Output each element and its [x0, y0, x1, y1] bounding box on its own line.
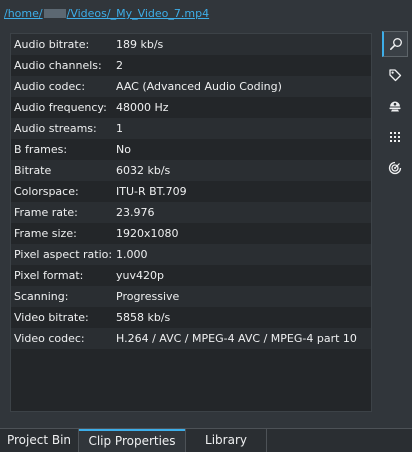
- property-row-bitrate: Bitrate 6032 kb/s: [11, 160, 371, 181]
- tab-project-bin[interactable]: Project Bin: [0, 429, 79, 452]
- property-label: B frames:: [14, 143, 68, 156]
- property-label: Video codec:: [14, 332, 85, 345]
- property-value: 1: [116, 122, 123, 135]
- grid-dots-icon: [390, 132, 400, 142]
- property-label: Frame rate:: [14, 206, 78, 219]
- tag-icon: [389, 69, 402, 82]
- property-row-pixel-aspect-ratio: Pixel aspect ratio: 1.000: [11, 244, 371, 265]
- redacted-username: [43, 9, 66, 18]
- property-row-audio-channels: Audio channels: 2: [11, 55, 371, 76]
- property-label: Audio bitrate:: [14, 38, 90, 51]
- property-label: Audio codec:: [14, 80, 86, 93]
- property-label: Video bitrate:: [14, 311, 89, 324]
- property-value: 189 kb/s: [116, 38, 164, 51]
- tab-library[interactable]: Library: [185, 429, 267, 452]
- property-row-video-bitrate: Video bitrate: 5858 kb/s: [11, 307, 371, 328]
- file-path-link[interactable]: /home/ /Videos/_My_Video_7.mp4: [4, 6, 209, 22]
- dock-tabbar: Project Bin Clip Properties Library: [0, 428, 412, 452]
- clip-properties-window: /home/ /Videos/_My_Video_7.mp4 Audio bitr…: [0, 0, 412, 452]
- property-row-frame-rate: Frame rate: 23.976: [11, 202, 371, 223]
- property-label: Scanning:: [14, 290, 69, 303]
- property-value: 6032 kb/s: [116, 164, 171, 177]
- property-value: yuv420p: [116, 269, 164, 282]
- side-toolbar: [380, 30, 412, 190]
- property-row-frame-size: Frame size: 1920x1080: [11, 223, 371, 244]
- property-value: 23.976: [116, 206, 155, 219]
- property-row-video-codec: Video codec: H.264 / AVC / MPEG-4 AVC / …: [11, 328, 371, 349]
- property-row-colorspace: Colorspace: ITU-R BT.709: [11, 181, 371, 202]
- property-value: Progressive: [116, 290, 180, 303]
- property-value: No: [116, 143, 131, 156]
- property-value: ITU-R BT.709: [116, 185, 187, 198]
- property-row-audio-streams: Audio streams: 1: [11, 118, 371, 139]
- property-row-audio-bitrate: Audio bitrate: 189 kb/s: [11, 34, 371, 55]
- property-value: H.264 / AVC / MPEG-4 AVC / MPEG-4 part 1…: [116, 332, 357, 345]
- audio-analysis-button[interactable]: [382, 155, 408, 181]
- property-label: Frame size:: [14, 227, 77, 240]
- properties-list: Audio bitrate: 189 kb/s Audio channels: …: [10, 33, 372, 412]
- file-path-prefix: /home/: [4, 7, 43, 20]
- webcam-button[interactable]: [382, 93, 408, 119]
- file-path-suffix: /Videos/_My_Video_7.mp4: [66, 7, 210, 20]
- property-label: Pixel aspect ratio:: [14, 248, 113, 261]
- property-label: Audio channels:: [14, 59, 102, 72]
- property-value: AAC (Advanced Audio Coding): [116, 80, 282, 93]
- property-label: Colorspace:: [14, 185, 79, 198]
- audio-target-icon: [388, 161, 402, 175]
- webcam-icon: [389, 101, 401, 112]
- search-button[interactable]: [382, 31, 408, 57]
- property-row-b-frames: B frames: No: [11, 139, 371, 160]
- property-value: 5858 kb/s: [116, 311, 171, 324]
- tag-button[interactable]: [382, 62, 408, 88]
- property-row-audio-frequency: Audio frequency: 48000 Hz: [11, 97, 371, 118]
- property-row-pixel-format: Pixel format: yuv420p: [11, 265, 371, 286]
- tab-clip-properties[interactable]: Clip Properties: [79, 429, 185, 452]
- search-icon: [389, 38, 402, 50]
- property-label: Audio frequency:: [14, 101, 107, 114]
- property-value: 2: [116, 59, 123, 72]
- property-value: 1.000: [116, 248, 148, 261]
- property-label: Pixel format:: [14, 269, 84, 282]
- property-label: Audio streams:: [14, 122, 97, 135]
- property-value: 48000 Hz: [116, 101, 169, 114]
- property-row-scanning: Scanning: Progressive: [11, 286, 371, 307]
- grid-button[interactable]: [382, 124, 408, 150]
- property-label: Bitrate: [14, 164, 52, 177]
- property-value: 1920x1080: [116, 227, 179, 240]
- property-row-audio-codec: Audio codec: AAC (Advanced Audio Coding): [11, 76, 371, 97]
